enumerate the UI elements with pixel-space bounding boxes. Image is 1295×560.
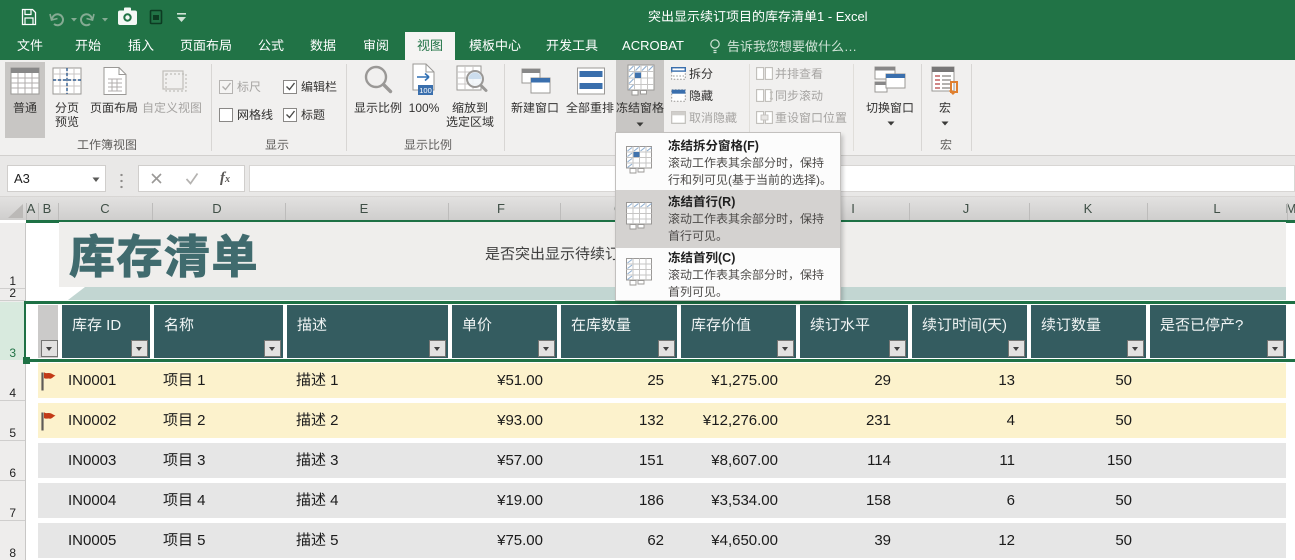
svg-text:100: 100 [419,86,432,95]
